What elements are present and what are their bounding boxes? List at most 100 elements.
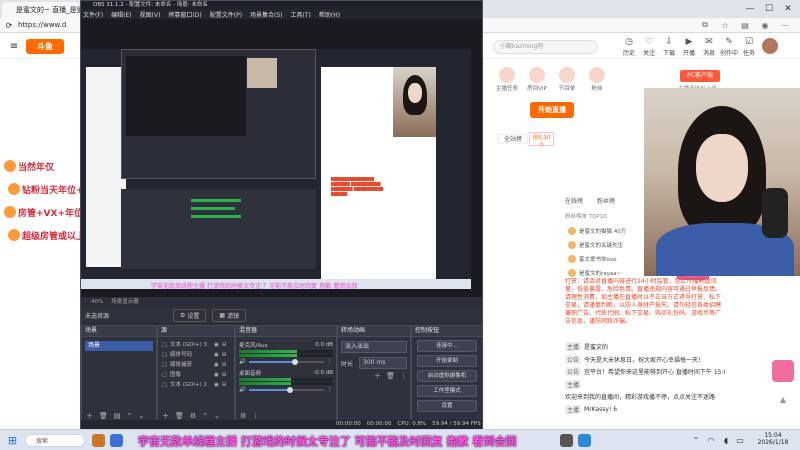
obs-menu-item[interactable]: 配置文件(P) [210, 10, 242, 19]
lock-icon[interactable]: ⊟ [222, 360, 227, 370]
volume-slider[interactable] [248, 386, 324, 393]
header-task-button[interactable]: ☑ 任务 [740, 36, 758, 58]
full-site-rank[interactable]: 全站榜 [498, 134, 528, 144]
rank-item[interactable]: 是蜜文的rayaa~ [568, 267, 643, 278]
start-recording-button[interactable]: 开始录制 [417, 355, 477, 367]
taskbar-app-icon[interactable] [92, 434, 105, 447]
taskbar-app-icon[interactable] [578, 434, 591, 447]
mixer-settings-icon[interactable]: ⚙ [240, 412, 246, 420]
tray-chevron-icon[interactable]: ⌃ [690, 434, 702, 446]
source-item[interactable]: ▢ 图像 ◉ ⊟ [158, 370, 234, 380]
url-bar[interactable]: https://www.d [18, 19, 73, 31]
add-icon[interactable]: ＋ [86, 411, 93, 421]
lock-icon[interactable]: ⊟ [222, 350, 227, 360]
refresh-icon[interactable]: ⟳ [4, 20, 14, 30]
mixer-menu-icon[interactable]: ⋮ [252, 412, 259, 420]
channel-menu-icon[interactable]: ⋮ [327, 358, 333, 365]
collections-icon[interactable]: ▤ [740, 20, 750, 30]
visibility-icon[interactable]: ◉ [214, 360, 219, 370]
taskbar-app-icon[interactable] [560, 434, 573, 447]
mute-icon[interactable]: 🔊 [239, 359, 246, 365]
lock-icon[interactable]: ⊟ [222, 340, 227, 350]
obs-menu-item[interactable]: 编辑(E) [111, 10, 131, 19]
move-down-icon[interactable]: ⌄ [138, 412, 144, 420]
more-icon[interactable]: ⋯ [780, 20, 790, 30]
duration-input[interactable]: 300 ms [359, 357, 407, 369]
taskbar-app-icon[interactable] [110, 434, 123, 447]
gift-slot[interactable]: 粉丝 [582, 67, 612, 95]
user-avatar[interactable] [762, 38, 778, 54]
minimize-icon[interactable]: — [743, 2, 757, 16]
remove-source-icon[interactable]: 🗑 [175, 412, 184, 420]
start-stream-button[interactable]: 连接中... [417, 340, 477, 352]
header-message-button[interactable]: ✉ 消息 [700, 36, 718, 58]
rank-item[interactable]: 蜜文爱书你ovo [568, 253, 643, 264]
visibility-icon[interactable]: ◉ [214, 380, 219, 390]
chat-user-tag[interactable]: 主播 [565, 342, 582, 351]
windows-start-icon[interactable]: ⊞ [6, 434, 19, 447]
add-source-icon[interactable]: ＋ [162, 411, 169, 421]
settings-button[interactable]: 设置 [417, 400, 477, 412]
site-search-input[interactable]: 小鞍kazming阿 [493, 40, 598, 54]
obs-menu-item[interactable]: 帮助(H) [319, 10, 340, 19]
source-item[interactable]: ▢ 文本 (GDI+) 3 ◉ ⊟ [158, 340, 234, 350]
close-icon[interactable]: ✕ [781, 2, 795, 16]
lock-icon[interactable]: ⊟ [222, 370, 227, 380]
source-item[interactable]: ▢ 媒体捕获 ◉ ⊟ [158, 360, 234, 370]
add-transition-icon[interactable]: ＋ [374, 371, 381, 381]
profile-icon[interactable]: ◉ [760, 20, 770, 30]
chat-user-tag[interactable]: 公告 [565, 354, 582, 364]
header-follow-button[interactable]: ♡ 关注 [640, 36, 658, 58]
extensions-icon[interactable]: ⧉ [700, 20, 710, 30]
browser-tab[interactable]: 是蜜文的~ 直播_是蜜 [2, 2, 80, 18]
source-down-icon[interactable]: ⌄ [214, 412, 220, 420]
scene-item[interactable]: 场景 [85, 341, 153, 351]
obs-menu-item[interactable]: 视图(V) [140, 10, 161, 19]
gift-count-badge[interactable]: 送礼10个 [529, 132, 554, 149]
chat-user-tag[interactable]: 主播 [565, 404, 582, 414]
rank-item[interactable]: 是蜜文的猫猫 40万 [568, 225, 643, 236]
favorites-icon[interactable]: ☆ [720, 20, 730, 30]
volume-icon[interactable]: ◖ [720, 434, 732, 446]
source-up-icon[interactable]: ⌃ [202, 412, 208, 420]
volume-slider[interactable] [248, 358, 324, 365]
move-up-icon[interactable]: ⌃ [127, 412, 133, 420]
channel-menu-icon[interactable]: ⋮ [327, 386, 333, 393]
taskbar-search[interactable]: 搜索 [25, 434, 85, 447]
source-item[interactable]: ▢ 文本 (GDI+) 2 ◉ ⊟ [158, 380, 234, 390]
rank-item[interactable]: 是蜜文的关键先生 [568, 239, 643, 250]
chat-user-tag[interactable]: 公告 [565, 367, 582, 376]
maximize-icon[interactable]: ☐ [762, 2, 776, 16]
studio-mode-button[interactable]: 工作室模式 [417, 385, 477, 397]
menu-icon[interactable]: ≡ [8, 40, 20, 52]
side-promo-icon[interactable] [772, 360, 794, 382]
obs-menu-item[interactable]: 停靠窗口(D) [168, 10, 201, 19]
battery-icon[interactable]: ▭ [734, 434, 746, 446]
transition-select[interactable]: 淡入淡出 [341, 341, 407, 353]
gift-slot[interactable]: 主播任务 [492, 67, 522, 95]
header-live-button[interactable]: ▶ 开播 [680, 36, 698, 58]
lock-icon[interactable]: ⊟ [222, 380, 227, 390]
zoom-level[interactable]: 40% [91, 297, 103, 307]
scene-filter-icon[interactable]: ▤ [114, 412, 121, 420]
gift-slot[interactable]: 节目单 [552, 67, 582, 95]
side-up-icon[interactable]: ▲ [776, 392, 790, 406]
header-download-button[interactable]: ⇩ 下载 [660, 36, 678, 58]
obs-menu-item[interactable]: 场景集合(S) [250, 10, 283, 19]
volume-slider-handle[interactable] [287, 386, 294, 393]
header-history-button[interactable]: ◷ 历史 [620, 36, 638, 58]
visibility-icon[interactable]: ◉ [214, 350, 219, 360]
pc-client-button[interactable]: PC客户端 [680, 70, 720, 82]
properties-button[interactable]: ⚙ 设置 [173, 308, 207, 322]
gift-slot[interactable]: 房间VIP [522, 67, 552, 95]
transition-menu-icon[interactable]: ⋮ [400, 372, 407, 380]
visibility-icon[interactable]: ◉ [214, 370, 219, 380]
taskbar-clock[interactable]: 15:04 2026/1/18 [748, 432, 798, 446]
chat-user-tag[interactable]: 主播 [565, 379, 582, 389]
wifi-icon[interactable]: ◠ [705, 434, 717, 446]
trash-icon[interactable]: 🗑 [99, 412, 108, 420]
visibility-icon[interactable]: ◉ [214, 340, 219, 350]
site-logo[interactable]: 斗鱼 [26, 39, 64, 54]
tab-online[interactable]: 在线榜 [565, 196, 583, 205]
obs-menu-item[interactable]: 文件(F) [83, 10, 103, 19]
